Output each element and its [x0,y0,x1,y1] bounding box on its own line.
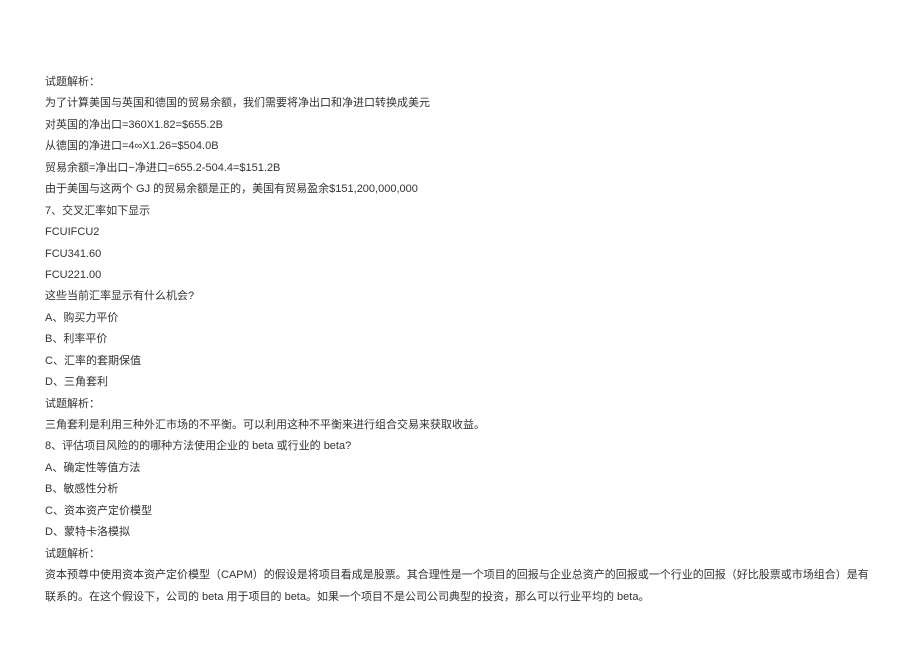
text-line: C、资本资产定价模型 [45,501,875,522]
text-line: 8、评估项目风险的的哪种方法使用企业的 beta 或行业的 beta? [45,436,875,457]
text-line: 从德国的净进口=4∞X1.26=$504.0B [45,136,875,157]
text-line: 为了计算美国与英国和德国的贸易余额，我们需要将净出口和净进口转换成美元 [45,93,875,114]
text-line: 这些当前汇率显示有什么机会? [45,286,875,307]
text-line: 由于美国与这两个 GJ 的贸易余额是正的，美国有贸易盈余$151,200,000… [45,179,875,200]
text-line: 资本预尊中使用资本资产定价模型（CAPM）的假设是将项目看成是股票。其合理性是一… [45,565,875,608]
document-content: 试题解析： 为了计算美国与英国和德国的贸易余额，我们需要将净出口和净进口转换成美… [45,72,875,608]
text-line: 试题解析： [45,72,875,93]
text-line: FCU221.00 [45,265,875,286]
text-line: 试题解析： [45,394,875,415]
text-line: 对英国的净出口=360X1.82=$655.2B [45,115,875,136]
text-line: B、利率平价 [45,329,875,350]
text-line: A、购买力平价 [45,308,875,329]
text-line: FCUIFCU2 [45,222,875,243]
text-line: B、敏感性分析 [45,479,875,500]
text-line: 三角套利是利用三种外汇市场的不平衡。可以利用这种不平衡来进行组合交易来获取收益。 [45,415,875,436]
text-line: D、三角套利 [45,372,875,393]
text-line: FCU341.60 [45,244,875,265]
text-line: 7、交叉汇率如下显示 [45,201,875,222]
text-line: 试题解析： [45,544,875,565]
text-line: C、汇率的套期保值 [45,351,875,372]
text-line: D、蒙特卡洛模拟 [45,522,875,543]
text-line: A、确定性等值方法 [45,458,875,479]
text-line: 贸易余额=净出口−净进口=655.2-504.4=$151.2B [45,158,875,179]
